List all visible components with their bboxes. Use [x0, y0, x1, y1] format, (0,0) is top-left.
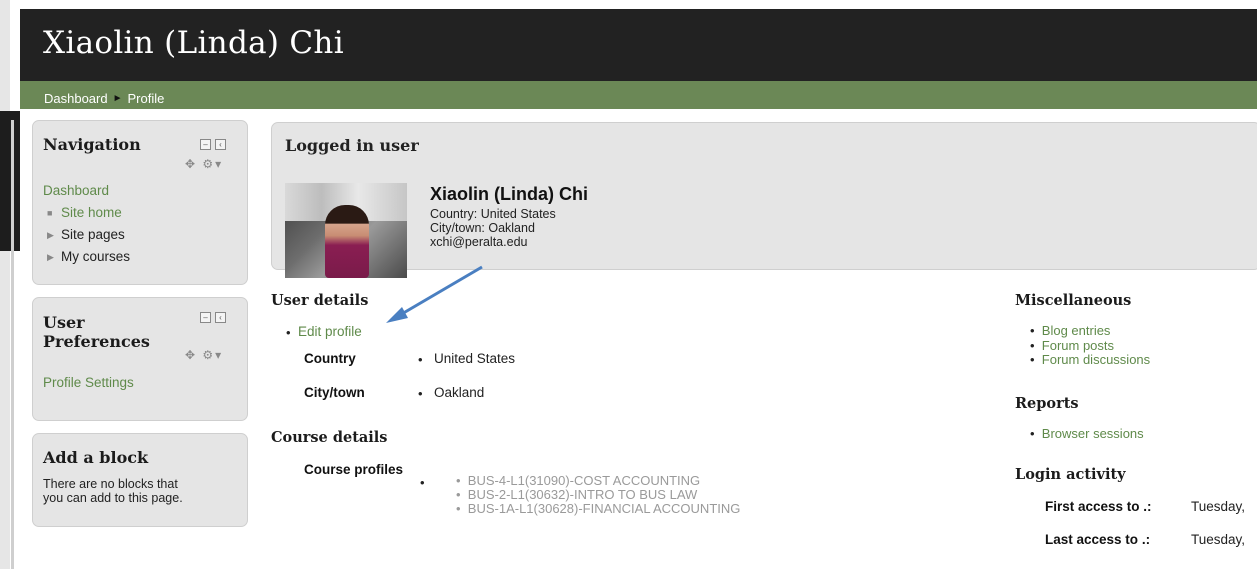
- nav-item-my-courses[interactable]: ▶ My courses: [43, 246, 130, 268]
- user-country: Country: United States: [430, 207, 556, 221]
- move-gear-icon[interactable]: ✥ ⚙▾: [185, 348, 223, 362]
- breadcrumb: Dashboard ► Profile: [20, 81, 1257, 109]
- course-profiles-label: Course profiles: [304, 462, 404, 477]
- bullet: •: [418, 386, 423, 401]
- reports-title: Reports: [1015, 395, 1079, 412]
- nav-item-site-pages[interactable]: ▶ Site pages: [43, 224, 130, 246]
- left-edge-strip: [11, 120, 14, 569]
- last-access-value: Tuesday,: [1191, 532, 1246, 547]
- square-bullet-icon: ■: [47, 208, 53, 218]
- browser-sessions-link[interactable]: • Browser sessions: [1030, 426, 1144, 441]
- nav-dashboard-link[interactable]: Dashboard: [43, 183, 109, 198]
- miscellaneous-title: Miscellaneous: [1015, 292, 1132, 309]
- add-block-block: Add a block There are no blocks that you…: [32, 433, 248, 527]
- first-access-label: First access to .:: [1045, 499, 1152, 514]
- profile-settings-link[interactable]: Profile Settings: [43, 375, 134, 390]
- breadcrumb-profile: Profile: [127, 90, 165, 106]
- forum-posts-link[interactable]: • Forum posts: [1030, 338, 1150, 354]
- dock-icon[interactable]: ‹: [215, 139, 226, 150]
- login-activity-title: Login activity: [1015, 466, 1126, 483]
- expand-arrow-icon: ▶: [47, 230, 54, 240]
- country-value: United States: [434, 351, 516, 366]
- city-value: Oakland: [434, 385, 485, 400]
- annotation-arrow: [386, 265, 483, 323]
- first-access-value: Tuesday,: [1191, 499, 1246, 514]
- user-full-name: Xiaolin (Linda) Chi: [430, 184, 588, 204]
- move-gear-icon[interactable]: ✥ ⚙▾: [185, 157, 223, 171]
- left-edge-dark: [0, 111, 20, 251]
- breadcrumb-separator: ►: [112, 92, 123, 104]
- course-details-title: Course details: [271, 429, 388, 446]
- edit-profile-link[interactable]: Edit profile: [298, 324, 362, 339]
- miscellaneous-list: • Blog entries • Forum posts • Forum dis…: [1030, 323, 1150, 368]
- bullet: •: [286, 325, 291, 340]
- user-details-title: User details: [271, 292, 369, 309]
- left-edge: [0, 0, 20, 569]
- bullet: •: [420, 475, 425, 490]
- dock-icon[interactable]: ‹: [215, 312, 226, 323]
- breadcrumb-dashboard[interactable]: Dashboard: [44, 91, 108, 106]
- page-title: Xiaolin (Linda) Chi: [43, 25, 344, 61]
- course-list: • BUS-4-L1(31090)-COST ACCOUNTING • BUS-…: [456, 474, 740, 516]
- navigation-title: Navigation: [43, 135, 141, 154]
- user-city: City/town: Oakland: [430, 221, 535, 235]
- user-preferences-title: User Preferences: [43, 313, 150, 351]
- page-header: Xiaolin (Linda) Chi: [20, 9, 1257, 81]
- bullet: •: [418, 352, 423, 367]
- city-label: City/town: [304, 385, 365, 400]
- country-label: Country: [304, 351, 356, 366]
- add-block-message: There are no blocks that you can add to …: [43, 477, 183, 505]
- add-block-title: Add a block: [43, 448, 149, 467]
- logged-in-user-title: Logged in user: [285, 136, 419, 155]
- nav-item-site-home[interactable]: ■ Site home: [43, 202, 130, 224]
- forum-discussions-link[interactable]: • Forum discussions: [1030, 352, 1150, 368]
- course-item[interactable]: • BUS-2-L1(30632)-INTRO TO BUS LAW: [456, 488, 740, 502]
- expand-arrow-icon: ▶: [47, 252, 54, 262]
- user-email-link[interactable]: xchi@peralta.edu: [430, 235, 527, 249]
- minimize-icon[interactable]: –: [200, 312, 211, 323]
- course-item[interactable]: • BUS-1A-L1(30628)-FINANCIAL ACCOUNTING: [456, 502, 740, 516]
- user-preferences-block: User Preferences – ‹ ✥ ⚙▾ Profile Settin…: [32, 297, 248, 421]
- logged-in-user-block: Logged in user: [271, 122, 1257, 270]
- blog-entries-link[interactable]: • Blog entries: [1030, 323, 1150, 339]
- last-access-label: Last access to .:: [1045, 532, 1151, 547]
- course-item[interactable]: • BUS-4-L1(31090)-COST ACCOUNTING: [456, 474, 740, 488]
- navigation-block: Navigation – ‹ ✥ ⚙▾ Dashboard ■ Site home…: [32, 120, 248, 285]
- minimize-icon[interactable]: –: [200, 139, 211, 150]
